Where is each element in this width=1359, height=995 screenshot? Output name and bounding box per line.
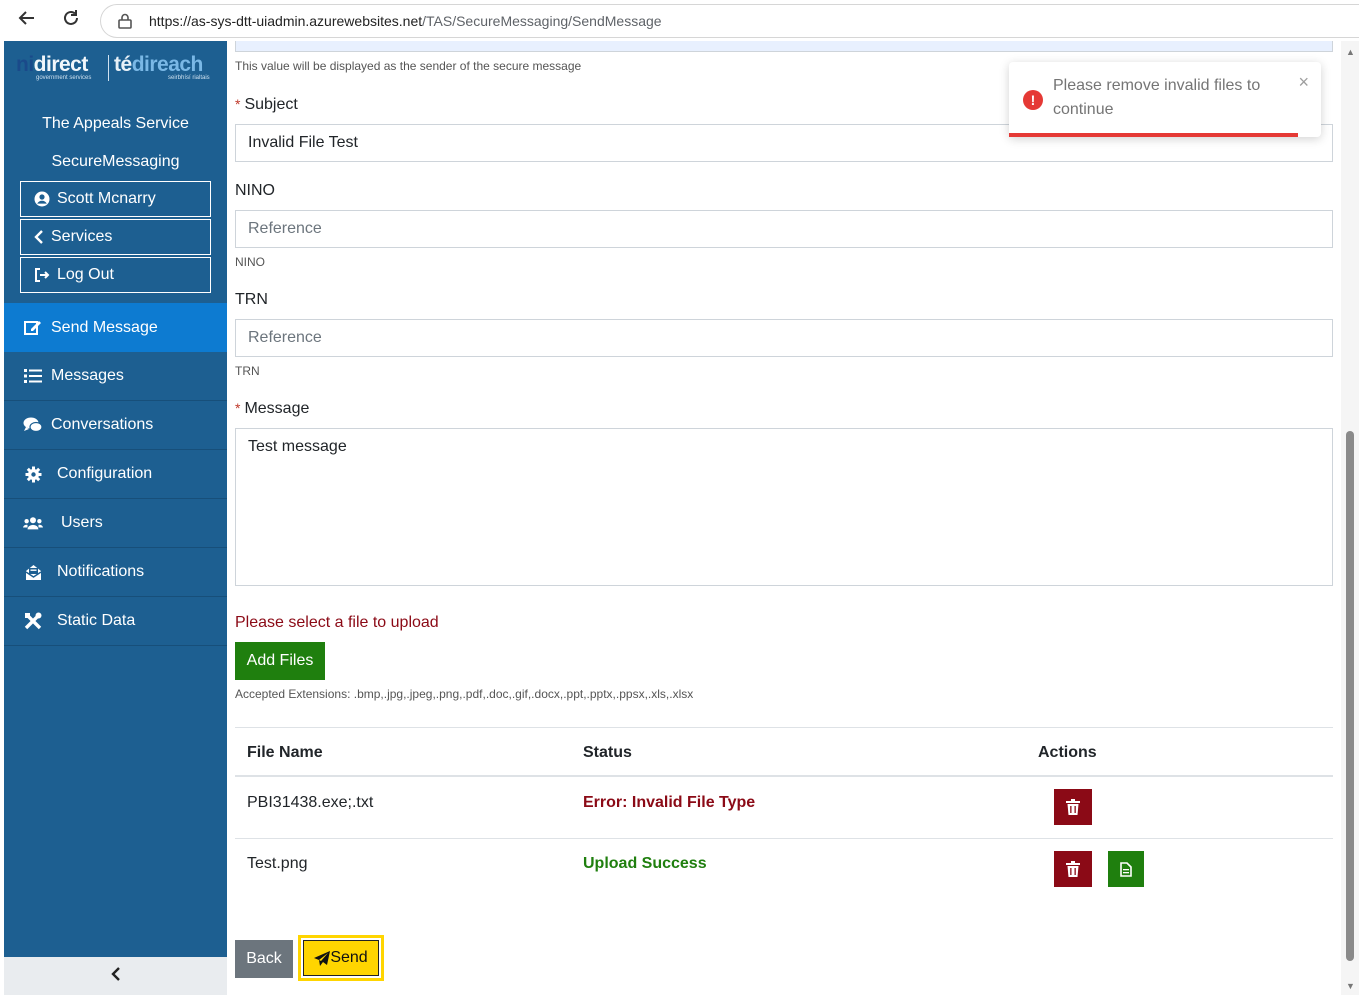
- error-circle-icon: !: [1023, 90, 1043, 110]
- delete-file-button[interactable]: [1054, 851, 1092, 887]
- toast-message: Please remove invalid files to continue: [1053, 77, 1261, 118]
- address-bar[interactable]: https://as-sys-dtt-uiadmin.azurewebsites…: [100, 4, 1359, 38]
- status-cell: Upload Success: [583, 855, 707, 872]
- sidebar-collapse-button[interactable]: [4, 957, 227, 995]
- logout-label: Log Out: [57, 266, 114, 283]
- paper-plane-icon: [314, 950, 331, 966]
- reload-icon[interactable]: [58, 8, 84, 34]
- column-header-actions: Actions: [1038, 744, 1097, 761]
- services-label: Services: [51, 228, 113, 245]
- browser-toolbar: https://as-sys-dtt-uiadmin.azurewebsites…: [0, 0, 1359, 41]
- sidebar-item-conversations[interactable]: Conversations: [4, 401, 227, 450]
- scroll-down-icon[interactable]: ▼: [1346, 981, 1355, 991]
- message-label: * Message: [235, 400, 310, 417]
- gear-icon: [23, 465, 43, 483]
- back-arrow-icon[interactable]: [14, 8, 40, 34]
- chevron-left-icon: [110, 966, 121, 986]
- list-icon: [23, 367, 43, 385]
- trash-icon: [1066, 799, 1080, 815]
- sidebar-item-notifications[interactable]: Notifications: [4, 548, 227, 597]
- comments-icon: [23, 416, 43, 434]
- trn-label: TRN: [235, 291, 268, 308]
- back-button[interactable]: Back: [235, 940, 293, 978]
- sidebar-item-users[interactable]: Users: [4, 499, 227, 548]
- file-icon: [1120, 861, 1132, 877]
- page-scrollbar[interactable]: ▲ ▼: [1341, 41, 1359, 995]
- send-button[interactable]: Send: [298, 935, 384, 981]
- user-profile-link[interactable]: Scott Mcnarry: [20, 181, 211, 217]
- scrollbar-thumb[interactable]: [1346, 431, 1354, 961]
- subject-label: * Subject: [235, 96, 298, 113]
- sidebar-item-messages[interactable]: Messages: [4, 352, 227, 401]
- nino-help-text: NINO: [235, 255, 265, 269]
- lock-icon: [118, 13, 132, 29]
- chevron-left-icon: [33, 230, 45, 244]
- trash-icon: [1066, 861, 1080, 877]
- trn-input[interactable]: Reference: [235, 319, 1333, 357]
- file-name-cell: Test.png: [247, 855, 308, 872]
- column-header-status: Status: [583, 744, 632, 761]
- send-message-form: This value will be displayed as the send…: [235, 41, 1333, 995]
- nidirect-logo[interactable]: nidirect tédireach government services s…: [16, 53, 216, 83]
- close-icon[interactable]: ×: [1298, 72, 1309, 93]
- sidebar: nidirect tédireach government services s…: [4, 41, 227, 995]
- sidebar-item-configuration[interactable]: Configuration: [4, 450, 227, 499]
- services-link[interactable]: Services: [20, 219, 211, 255]
- accepted-extensions: Accepted Extensions: .bmp,.jpg,.jpeg,.pn…: [235, 687, 694, 701]
- file-name-cell: PBI31438.exe;.txt: [247, 794, 374, 811]
- user-name: Scott Mcnarry: [57, 190, 156, 207]
- row-divider: [235, 838, 1333, 839]
- file-upload-error: Please select a file to upload: [235, 614, 439, 631]
- service-name: The Appeals Service: [42, 115, 189, 132]
- add-files-button[interactable]: Add Files: [235, 642, 325, 680]
- logout-link[interactable]: Log Out: [20, 257, 211, 293]
- sign-out-icon: [33, 268, 51, 282]
- view-file-button[interactable]: [1108, 851, 1144, 887]
- edit-icon: [23, 319, 43, 337]
- delete-file-button[interactable]: [1054, 789, 1092, 825]
- nino-label: NINO: [235, 182, 275, 199]
- sidebar-item-send-message[interactable]: Send Message: [4, 303, 227, 352]
- table-header-border: [235, 775, 1333, 777]
- error-toast: ! Please remove invalid files to continu…: [1009, 62, 1321, 137]
- trn-help-text: TRN: [235, 364, 260, 378]
- nino-input[interactable]: Reference: [235, 210, 1333, 248]
- scroll-up-icon[interactable]: ▲: [1346, 47, 1355, 57]
- url-text: https://as-sys-dtt-uiadmin.azurewebsites…: [149, 13, 662, 29]
- sender-help-text: This value will be displayed as the send…: [235, 59, 582, 73]
- envelope-open-icon: [23, 563, 43, 581]
- message-textarea[interactable]: Test message: [235, 428, 1333, 586]
- sender-field[interactable]: [235, 41, 1333, 52]
- user-circle-icon: [33, 191, 51, 207]
- column-header-file-name: File Name: [247, 744, 323, 761]
- module-name: SecureMessaging: [51, 153, 180, 170]
- toast-progress-bar: [1009, 133, 1298, 137]
- users-icon: [23, 514, 43, 532]
- table-top-border: [235, 727, 1333, 728]
- status-cell: Error: Invalid File Type: [583, 794, 756, 811]
- tools-icon: [23, 612, 43, 630]
- sidebar-item-static-data[interactable]: Static Data: [4, 597, 227, 646]
